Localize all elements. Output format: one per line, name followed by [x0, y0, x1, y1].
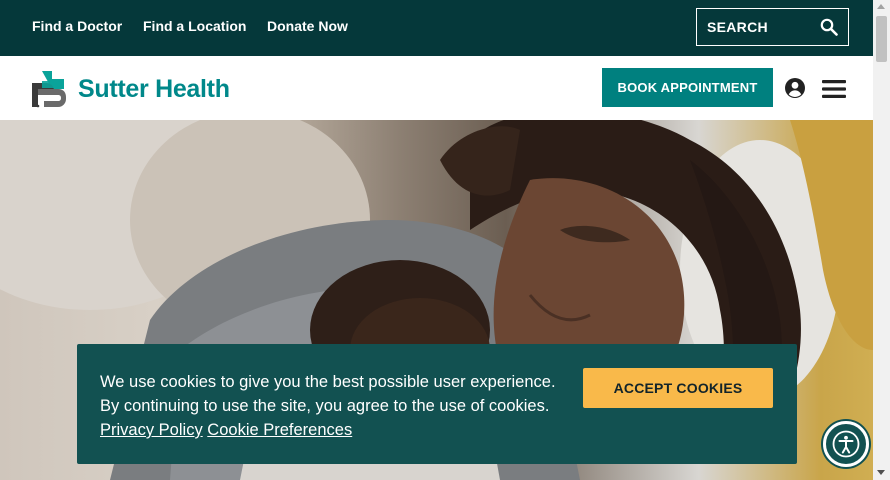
brand-name: Sutter Health: [78, 74, 230, 103]
donate-now-link[interactable]: Donate Now: [267, 18, 348, 34]
accessibility-widget-button[interactable]: [823, 421, 869, 467]
cookie-preferences-link[interactable]: Cookie Preferences: [207, 421, 352, 439]
accessibility-icon: [832, 430, 860, 458]
find-a-doctor-link[interactable]: Find a Doctor: [32, 18, 122, 34]
account-circle-icon[interactable]: [784, 77, 806, 99]
privacy-policy-link[interactable]: Privacy Policy: [100, 421, 203, 439]
top-utility-bar: Find a Doctor Find a Location Donate Now…: [0, 0, 873, 56]
cookie-message: We use cookies to give you the best poss…: [100, 370, 580, 418]
search-label: SEARCH: [707, 19, 768, 35]
cookie-message-line-1: We use cookies to give you the best poss…: [100, 373, 556, 391]
search-icon[interactable]: [820, 18, 838, 36]
accept-cookies-button[interactable]: ACCEPT COOKIES: [583, 368, 773, 408]
logo-mark-icon: [32, 71, 66, 108]
scroll-down-arrow-icon[interactable]: [877, 470, 885, 475]
scroll-thumb[interactable]: [876, 16, 887, 62]
find-a-location-link[interactable]: Find a Location: [143, 18, 246, 34]
cookie-consent-banner: We use cookies to give you the best poss…: [77, 344, 797, 464]
hamburger-menu-icon[interactable]: [822, 80, 846, 98]
scroll-up-arrow-icon[interactable]: [877, 4, 885, 9]
main-header: Sutter Health BOOK APPOINTMENT: [0, 56, 873, 120]
sutter-health-logo[interactable]: Sutter Health: [28, 68, 230, 110]
cookie-links: Privacy Policy Cookie Preferences: [100, 418, 352, 442]
book-appointment-button[interactable]: BOOK APPOINTMENT: [602, 68, 773, 107]
cookie-message-line-2: By continuing to use the site, you agree…: [100, 397, 550, 415]
search-box[interactable]: SEARCH: [696, 8, 849, 46]
page-scrollbar[interactable]: [873, 0, 890, 480]
